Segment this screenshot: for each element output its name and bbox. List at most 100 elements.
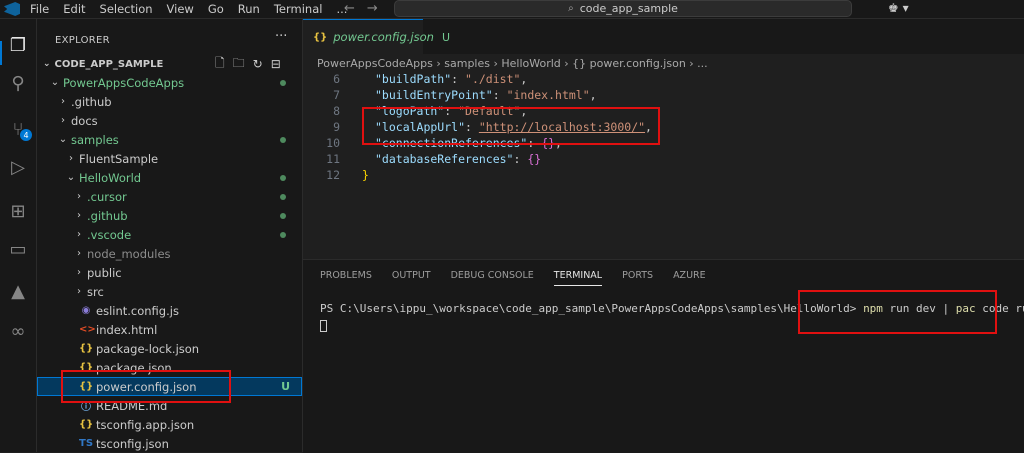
tree-file[interactable]: {} tsconfig.app.json [37, 415, 302, 434]
json-value: "./dist" [465, 72, 521, 86]
tree-folder[interactable]: › .github [37, 206, 302, 225]
tree-folder[interactable]: ⌄ HelloWorld [37, 168, 302, 187]
menu-view[interactable]: View [167, 2, 194, 16]
menu-selection[interactable]: Selection [100, 2, 153, 16]
power-platform-icon[interactable]: ∞ [6, 319, 30, 343]
tree-file[interactable]: {} package-lock.json [37, 339, 302, 358]
line-content: } [362, 167, 369, 183]
refresh-icon[interactable]: ↻ [253, 57, 263, 71]
line-content: "databaseReferences": {} [375, 151, 541, 167]
tree-item-label: FluentSample [79, 151, 159, 166]
line-number: 6 [333, 72, 340, 86]
search-icon: ⌕ [568, 3, 574, 14]
code-line: 6 "buildPath": "./dist", [303, 71, 1024, 87]
highlight-box-localappurl [362, 107, 660, 145]
chevron-right-icon: › [77, 286, 81, 297]
tree-folder[interactable]: › .cursor [37, 187, 302, 206]
untracked-status: U [441, 30, 450, 44]
tree-folder[interactable]: › .vscode [37, 225, 302, 244]
colon: : [492, 88, 507, 102]
file-type-icon: ◉ [81, 305, 91, 316]
chevron-right-icon: › [77, 210, 81, 221]
explorer-files-icon[interactable]: ❐ [6, 33, 30, 57]
tree-folder[interactable]: › src [37, 282, 302, 301]
chevron-down-icon: ⌄ [43, 59, 51, 69]
back-arrow-icon[interactable]: ← [344, 1, 355, 16]
panel-tab-problems[interactable]: PROBLEMS [320, 270, 372, 286]
remote-explorer-icon[interactable]: ▭ [6, 237, 30, 261]
forward-arrow-icon[interactable]: → [367, 1, 378, 16]
panel-tab-output[interactable]: OUTPUT [392, 270, 431, 286]
tree-item-label: .cursor [87, 189, 127, 204]
chevron-right-icon: › [61, 96, 65, 107]
tree-file[interactable]: ◉ eslint.config.js [37, 301, 302, 320]
panel-tabs: PROBLEMS OUTPUT DEBUG CONSOLE TERMINAL PORTS… [320, 270, 726, 286]
activity-bar: ❐ ⚲ ⑂ 4 ▷ ⊞ ▭ ▲ ∞ [0, 19, 37, 452]
tree-folder[interactable]: ⌄ PowerAppsCodeApps [37, 73, 302, 92]
modified-dot-icon [280, 232, 286, 238]
tree-file[interactable]: <> index.html [37, 320, 302, 339]
chevron-right-icon: › [77, 248, 81, 259]
colon: : [451, 72, 466, 86]
json-file-icon: {} [313, 31, 328, 43]
menu-edit[interactable]: Edit [63, 2, 85, 16]
search-icon[interactable]: ⚲ [6, 71, 30, 95]
tab-power-config-json[interactable]: {} power.config.json U [303, 19, 450, 54]
collapse-all-icon[interactable]: ⊟ [271, 57, 281, 71]
tree-item-label: samples [71, 132, 119, 147]
run-debug-icon[interactable]: ▷ [6, 155, 30, 179]
json-key: "databaseReferences" [375, 152, 514, 166]
chevron-down-icon: ⌄ [66, 172, 76, 183]
panel-tab-ports[interactable]: PORTS [622, 270, 653, 286]
panel-tab-azure[interactable]: AZURE [673, 270, 706, 286]
tree-item-label: tsconfig.app.json [96, 417, 195, 432]
line-content: "buildEntryPoint": "index.html", [375, 87, 597, 103]
active-indicator [0, 41, 2, 65]
line-number: 10 [326, 136, 340, 150]
tree-folder[interactable]: ⌄ samples [37, 130, 302, 149]
tree-folder[interactable]: › docs [37, 111, 302, 130]
explorer-title: EXPLORER [55, 35, 110, 46]
file-type-icon: {} [79, 343, 94, 354]
tree-item-label: eslint.config.js [96, 303, 179, 318]
source-control-icon[interactable]: ⑂ 4 [6, 117, 32, 141]
code-line: 11 "databaseReferences": {} [303, 151, 1024, 167]
terminal-cursor [320, 320, 327, 332]
more-actions-icon[interactable]: ··· [275, 29, 287, 44]
menu-bar: File Edit Selection View Go Run Terminal… [0, 0, 361, 18]
line-number: 9 [333, 120, 340, 134]
menu-run[interactable]: Run [238, 2, 260, 16]
new-file-icon[interactable]: 🗋 [215, 54, 225, 75]
tree-folder[interactable]: › node_modules [37, 244, 302, 263]
panel-tab-debug-console[interactable]: DEBUG CONSOLE [451, 270, 534, 286]
editor-tabs: {} power.config.json U [303, 19, 1024, 54]
breadcrumb[interactable]: PowerAppsCodeApps › samples › HelloWorld… [317, 57, 708, 70]
file-type-icon: TS [79, 438, 94, 449]
tree-folder[interactable]: › FluentSample [37, 149, 302, 168]
chevron-down-icon: ⌄ [58, 134, 68, 145]
file-type-icon: {} [79, 419, 94, 430]
menu-terminal[interactable]: Terminal [274, 2, 323, 16]
azure-icon[interactable]: ▲ [6, 279, 30, 303]
copilot-icon[interactable]: ♚ ▾ [888, 1, 909, 15]
tree-item-label: PowerAppsCodeApps [63, 75, 185, 90]
panel-tab-terminal[interactable]: TERMINAL [553, 270, 603, 286]
tree-folder[interactable]: › .github [37, 92, 302, 111]
menu-file[interactable]: File [30, 2, 49, 16]
tree-item-label: index.html [96, 322, 158, 337]
extensions-icon[interactable]: ⊞ [6, 199, 30, 223]
json-value: "index.html" [506, 88, 590, 102]
modified-dot-icon [280, 137, 286, 143]
bottom-panel: PROBLEMS OUTPUT DEBUG CONSOLE TERMINAL PORTS… [303, 259, 1024, 453]
tree-folder[interactable]: › public [37, 263, 302, 282]
menu-go[interactable]: Go [208, 2, 224, 16]
explorer-actions: 🗋 🗀 ↻ ⊟ [215, 55, 289, 73]
tree-item-label: src [87, 284, 104, 299]
command-center-search[interactable]: ⌕ code_app_sample [394, 0, 852, 17]
tree-file[interactable]: TS tsconfig.json [37, 434, 302, 453]
highlight-box-terminal-command [798, 290, 997, 334]
trailing-comma: , [589, 88, 597, 102]
new-folder-icon[interactable]: 🗀 [233, 54, 245, 75]
tree-item-label: .github [71, 94, 112, 109]
terminal-prompt: PS C:\Users\ippu_\workspace\code_app_sam… [320, 302, 857, 315]
